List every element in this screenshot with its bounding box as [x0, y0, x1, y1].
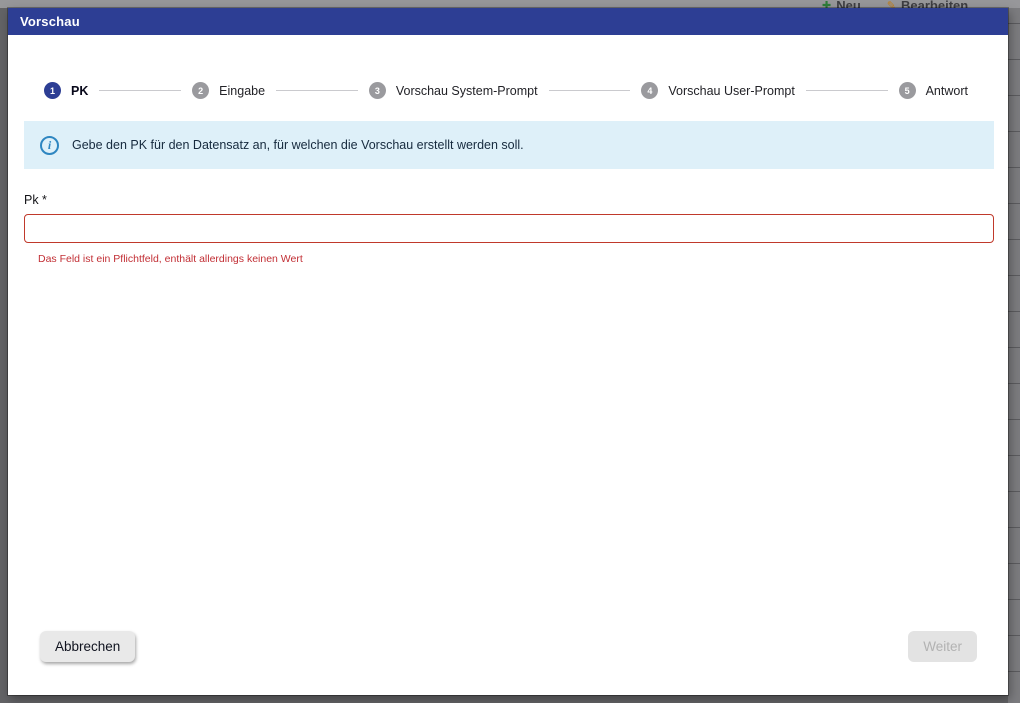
- step-connector: [99, 90, 181, 91]
- wizard-stepper: 1 PK 2 Eingabe 3 Vorschau System-Prompt …: [44, 82, 968, 99]
- step-connector: [806, 90, 888, 91]
- step-pk[interactable]: 1 PK: [44, 82, 88, 99]
- new-button[interactable]: ✚ Neu: [822, 0, 861, 8]
- dialog-titlebar: Vorschau: [8, 8, 1008, 35]
- step-vorschau-user-prompt[interactable]: 4 Vorschau User-Prompt: [641, 82, 794, 99]
- pk-validation-error: Das Feld ist ein Pflichtfeld, enthält al…: [38, 253, 994, 265]
- step-2-label: Eingabe: [219, 84, 265, 98]
- step-connector: [276, 90, 358, 91]
- new-icon: ✚: [822, 0, 831, 8]
- step-5-label: Antwort: [926, 84, 968, 98]
- new-button-label: Neu: [836, 0, 861, 8]
- step-vorschau-system-prompt[interactable]: 3 Vorschau System-Prompt: [369, 82, 538, 99]
- step-4-circle: 4: [641, 82, 658, 99]
- background-toolbar-row: ✚ Neu ✎ Bearbeiten: [822, 0, 968, 8]
- step-1-label: PK: [71, 84, 88, 98]
- edit-icon: ✎: [887, 0, 896, 8]
- edit-button-label: Bearbeiten: [901, 0, 968, 8]
- dialog-title: Vorschau: [20, 14, 80, 29]
- step-3-circle: 3: [369, 82, 386, 99]
- pk-input[interactable]: [24, 214, 994, 243]
- background-table-strip: [1008, 0, 1020, 703]
- step-1-circle: 1: [44, 82, 61, 99]
- step-connector: [549, 90, 631, 91]
- vorschau-dialog: Vorschau 1 PK 2 Eingabe 3 Vorschau Syste…: [8, 8, 1008, 695]
- step-5-circle: 5: [899, 82, 916, 99]
- cancel-button[interactable]: Abbrechen: [40, 631, 135, 662]
- info-icon: i: [40, 136, 59, 155]
- step-3-label: Vorschau System-Prompt: [396, 84, 538, 98]
- step-2-circle: 2: [192, 82, 209, 99]
- next-button[interactable]: Weiter: [908, 631, 977, 662]
- info-banner-text: Gebe den PK für den Datensatz an, für we…: [72, 138, 524, 152]
- info-banner: i Gebe den PK für den Datensatz an, für …: [24, 121, 994, 169]
- edit-button[interactable]: ✎ Bearbeiten: [887, 0, 968, 8]
- pk-field-label: Pk *: [24, 193, 994, 207]
- pk-form: Pk * Das Feld ist ein Pflichtfeld, enthä…: [24, 193, 994, 265]
- step-antwort[interactable]: 5 Antwort: [899, 82, 968, 99]
- background-toolbar: ✚ Neu ✎ Bearbeiten: [0, 0, 1020, 8]
- step-eingabe[interactable]: 2 Eingabe: [192, 82, 265, 99]
- step-4-label: Vorschau User-Prompt: [668, 84, 794, 98]
